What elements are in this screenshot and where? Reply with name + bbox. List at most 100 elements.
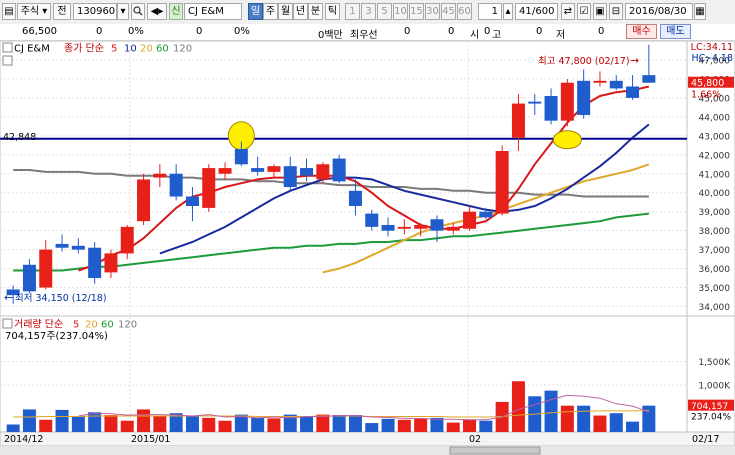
volume-legend-title: 거래량 단순: [14, 319, 63, 331]
candle-body: [577, 80, 591, 115]
price-tick-label: 44,000: [699, 113, 731, 123]
sound-icon[interactable]: ◀▸: [147, 3, 167, 20]
best-ask-2: 0: [448, 26, 455, 37]
period-tab[interactable]: 틱: [325, 3, 340, 20]
volume-bar: [202, 417, 216, 432]
buy-button[interactable]: 매수: [626, 24, 657, 39]
hc-label: HC:-4.18: [691, 53, 733, 64]
page-current-input[interactable]: 41: [515, 3, 533, 20]
ma10-legend: 10: [124, 44, 137, 55]
volume-bar: [609, 413, 623, 432]
candle-body: [381, 224, 395, 231]
volume-bar: [544, 390, 558, 432]
price-tick-label: 37,000: [699, 246, 731, 256]
calendar-icon[interactable]: ▦: [694, 3, 706, 20]
hline-label: 42,848: [3, 132, 36, 143]
volume-value-label: 704,157주(237.04%): [5, 331, 108, 342]
interval-button[interactable]: 60: [457, 3, 472, 20]
volume-bar: [463, 419, 477, 432]
interval-button[interactable]: 15: [409, 3, 424, 20]
volume-bar: [642, 405, 656, 432]
last-change-tag: 1.66%: [691, 90, 721, 101]
volume-bar: [560, 405, 574, 432]
volume-bar: [22, 409, 36, 432]
period-tab[interactable]: 년: [293, 3, 308, 20]
low-label: 저: [556, 30, 566, 41]
ma60-legend: 60: [156, 44, 169, 55]
volume-bar: [593, 415, 607, 432]
search-icon[interactable]: [131, 3, 145, 20]
interval-button[interactable]: 30: [425, 3, 440, 20]
candle-body: [495, 151, 509, 214]
market-select[interactable]: 주식 ▾: [17, 3, 51, 20]
price-tick-label: 43,000: [699, 132, 731, 142]
period-tab[interactable]: 분: [308, 3, 323, 20]
candle-body: [185, 196, 199, 206]
lock-icon[interactable]: ⊟: [609, 3, 623, 20]
candle-body: [446, 226, 460, 231]
interval-button[interactable]: 3: [361, 3, 376, 20]
candle-body: [609, 80, 623, 89]
stock-code-input[interactable]: 130960: [73, 3, 117, 20]
stock-name-field[interactable]: CJ E&M: [184, 3, 242, 20]
interval-button[interactable]: 1: [345, 3, 360, 20]
panel-settings-icon[interactable]: [2, 55, 13, 66]
candle-body: [511, 103, 525, 138]
candle-body: [430, 219, 444, 231]
code-dropdown-icon[interactable]: ▾: [117, 3, 129, 20]
price-tick-label: 40,000: [699, 189, 731, 199]
interval-button[interactable]: 45: [441, 3, 456, 20]
date-input[interactable]: 2016/08/30: [625, 3, 693, 20]
interval-count-stepper[interactable]: ▴: [503, 3, 513, 20]
candle-body: [88, 247, 102, 279]
candle-body: [642, 75, 656, 83]
high-arrow-icon: →: [630, 54, 639, 67]
interval-count-input[interactable]: 1: [478, 3, 502, 20]
menu-icon[interactable]: ▤: [2, 3, 16, 20]
sell-button[interactable]: 매도: [660, 24, 691, 39]
period-tab[interactable]: 주: [263, 3, 278, 20]
candle-body: [218, 168, 232, 174]
chart-stock-name: CJ E&M: [14, 44, 50, 55]
candle-body: [348, 190, 362, 206]
panel-toggle-icon[interactable]: [2, 42, 13, 53]
volume-toggle-icon[interactable]: [2, 318, 13, 329]
last-price-tag: 45,800: [691, 78, 724, 89]
vol-ma20-legend: 20: [85, 320, 98, 331]
price-tick-label: 38,000: [699, 227, 731, 237]
volume-bar: [348, 415, 362, 432]
checkbox-icon[interactable]: ☑: [577, 3, 591, 20]
prev-button[interactable]: 전: [53, 3, 71, 20]
candle-body: [267, 166, 281, 172]
volume-bar: [300, 416, 314, 432]
price-tick-label: 41,000: [699, 170, 731, 180]
candle-body: [528, 101, 542, 104]
volume-bar: [430, 417, 444, 432]
candle-body: [463, 211, 477, 229]
period-tab[interactable]: 일: [248, 3, 263, 20]
volume-bar: [6, 424, 20, 432]
interval-button[interactable]: 5: [377, 3, 392, 20]
interval-button[interactable]: 10: [393, 3, 408, 20]
volume-bar: [446, 422, 460, 432]
toolbar: ▤ 주식 ▾ 전 130960 ▾ ◀▸ 신 CJ E&M 일주월년분틱 135…: [0, 0, 735, 25]
period-tab[interactable]: 월: [278, 3, 293, 20]
low-arrow-icon: ←: [4, 291, 13, 304]
save-icon[interactable]: ▣: [593, 3, 607, 20]
volume-bar: [267, 418, 281, 432]
date-axis: [0, 431, 735, 447]
trade-icon[interactable]: ⇄: [561, 3, 575, 20]
stock-chart[interactable]: 34,000 35,000 36,000 37,000 38,000 39,000 40,0…: [0, 41, 735, 455]
scroll-bar[interactable]: [0, 446, 735, 455]
volume-bar: [55, 409, 69, 432]
last-ratio-tag: 237.04%: [691, 413, 731, 423]
candle-body: [397, 226, 411, 229]
date-end-label: 02/17: [692, 434, 719, 445]
open-value: 0: [484, 26, 491, 37]
scroll-thumb[interactable]: [449, 446, 541, 455]
volume-bar: [39, 419, 53, 432]
candle-body: [283, 166, 297, 188]
volume-bar: [577, 405, 591, 432]
volume-bar: [511, 381, 525, 432]
candle-body: [137, 179, 151, 222]
